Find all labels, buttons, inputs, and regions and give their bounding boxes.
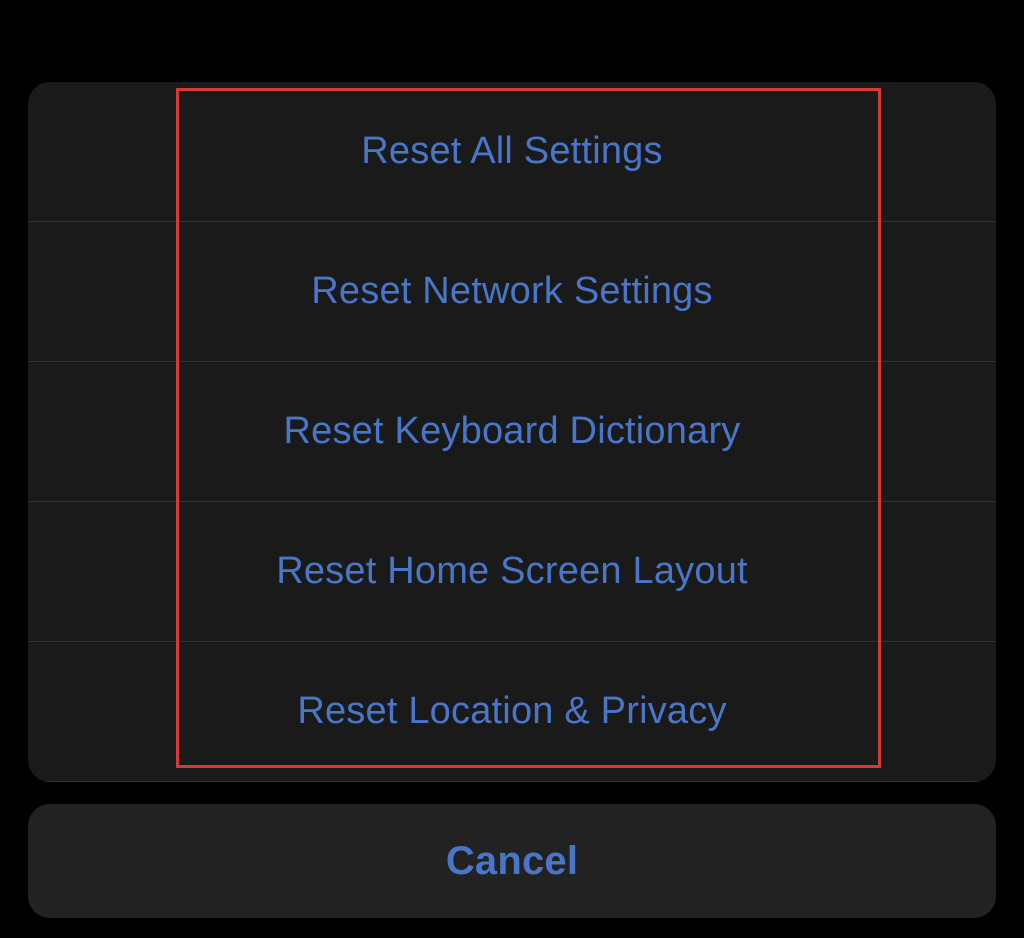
option-label: Reset Home Screen Layout bbox=[276, 550, 748, 593]
reset-home-screen-layout-button[interactable]: Reset Home Screen Layout bbox=[28, 502, 996, 642]
reset-options-sheet: Reset All Settings Reset Network Setting… bbox=[28, 82, 996, 782]
cancel-label: Cancel bbox=[446, 839, 578, 884]
option-label: Reset Keyboard Dictionary bbox=[284, 410, 741, 453]
reset-all-settings-button[interactable]: Reset All Settings bbox=[28, 82, 996, 222]
action-sheet-container: Reset All Settings Reset Network Setting… bbox=[28, 82, 996, 920]
reset-network-settings-button[interactable]: Reset Network Settings bbox=[28, 222, 996, 362]
cancel-button[interactable]: Cancel bbox=[28, 804, 996, 918]
reset-location-privacy-button[interactable]: Reset Location & Privacy bbox=[28, 642, 996, 782]
option-label: Reset All Settings bbox=[361, 130, 662, 173]
reset-keyboard-dictionary-button[interactable]: Reset Keyboard Dictionary bbox=[28, 362, 996, 502]
option-label: Reset Network Settings bbox=[311, 270, 712, 313]
option-label: Reset Location & Privacy bbox=[297, 690, 726, 733]
